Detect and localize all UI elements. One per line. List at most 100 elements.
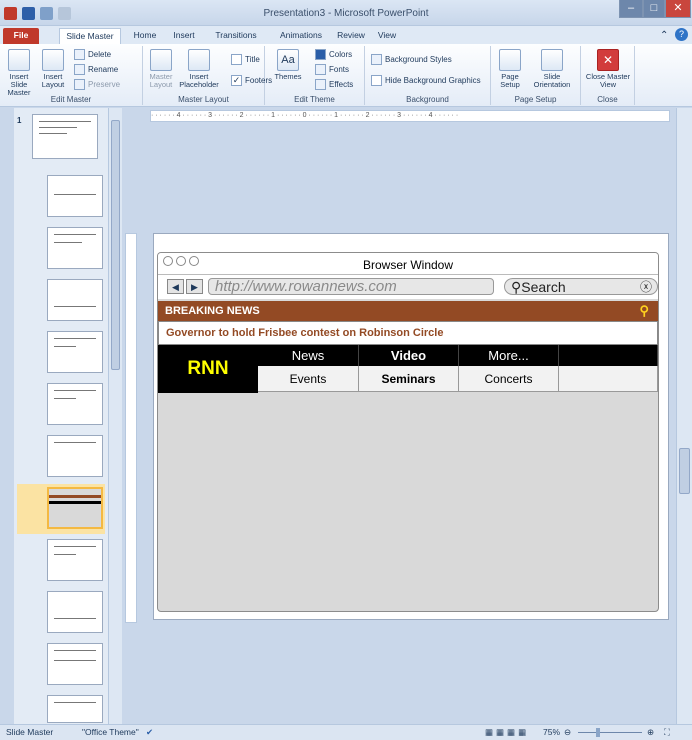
maximize-button[interactable]: □ xyxy=(643,0,665,18)
zoom-slider-thumb[interactable] xyxy=(596,728,600,737)
layout-icon xyxy=(42,49,64,71)
panel-scrollbar[interactable] xyxy=(108,108,122,724)
thumbnail-layout[interactable] xyxy=(47,539,103,581)
master-layout-icon xyxy=(150,49,172,71)
close-window-button[interactable]: ✕ xyxy=(665,0,691,18)
menu-concerts[interactable]: Concerts xyxy=(459,366,559,392)
tab-insert[interactable]: Insert xyxy=(166,28,202,44)
group-background: Background Styles Hide Background Graphi… xyxy=(365,46,491,105)
minimize-ribbon-icon[interactable]: ⌃ xyxy=(660,30,668,41)
group-label: Background xyxy=(406,95,449,104)
tab-animations[interactable]: Animations xyxy=(272,28,330,44)
scrollbar-thumb[interactable] xyxy=(679,448,690,494)
help-icon[interactable]: ? xyxy=(675,28,688,41)
checkbox-icon xyxy=(231,54,242,66)
tab-file[interactable]: File xyxy=(3,28,39,44)
zoom-out-icon[interactable]: ⊖ xyxy=(564,725,571,740)
spellcheck-icon[interactable]: ✔ xyxy=(146,725,153,740)
search-label: ⚲Search xyxy=(511,279,566,295)
url-bar[interactable]: http://www.rowannews.com xyxy=(208,278,494,295)
close-red-icon: ✕ xyxy=(597,49,619,71)
tab-view[interactable]: View xyxy=(372,28,402,44)
menu-events[interactable]: Events xyxy=(258,366,359,392)
thumbnail-master[interactable] xyxy=(32,114,98,159)
menu-empty xyxy=(559,345,658,366)
menu-seminars[interactable]: Seminars xyxy=(359,366,459,392)
tab-review[interactable]: Review xyxy=(332,28,370,44)
insert-slide-master-button[interactable]: Insert Slide Master xyxy=(2,49,36,97)
clear-icon[interactable]: ⓧ xyxy=(640,279,652,295)
thumbnail-layout[interactable] xyxy=(47,331,103,373)
title-checkbox[interactable]: Title xyxy=(231,54,260,66)
thumbnail-browser-layout[interactable] xyxy=(47,487,103,529)
background-styles-button[interactable]: Background Styles xyxy=(371,54,452,66)
rnn-logo: RNN xyxy=(158,345,258,393)
browser-nav-bar: ◀ ▶ http://www.rowannews.com ⚲Search ⓧ xyxy=(158,275,658,299)
search-box[interactable]: ⚲Search ⓧ xyxy=(504,278,658,295)
hide-background-graphics-checkbox[interactable]: Hide Background Graphics xyxy=(371,75,481,87)
ribbon: Insert Slide Master Insert Layout Delete… xyxy=(0,44,692,107)
themes-button[interactable]: Aa Themes xyxy=(271,49,305,81)
zoom-level[interactable]: 75% xyxy=(543,725,560,740)
search-icon[interactable]: ⚲ xyxy=(639,301,649,321)
page-setup-button[interactable]: Page Setup xyxy=(495,49,525,89)
effects-icon xyxy=(315,79,326,91)
colors-icon xyxy=(315,49,326,61)
menu-video[interactable]: Video xyxy=(359,345,459,366)
headline[interactable]: Governor to hold Frisbee contest on Robi… xyxy=(158,321,658,345)
group-label: Edit Theme xyxy=(294,95,335,104)
zoom-slider[interactable] xyxy=(578,732,642,733)
slide-orientation-button[interactable]: Slide Orientation xyxy=(527,49,577,89)
fonts-icon xyxy=(315,64,326,76)
back-arrow-icon[interactable]: ◀ xyxy=(167,279,184,294)
page-setup-icon xyxy=(499,49,521,71)
insert-placeholder-button[interactable]: Insert Placeholder xyxy=(177,49,221,89)
fonts-button[interactable]: Fonts xyxy=(315,64,349,76)
master-layout-button[interactable]: Master Layout xyxy=(146,49,176,89)
delete-button[interactable]: Delete xyxy=(74,49,111,61)
fit-to-window-icon[interactable]: ⛶ xyxy=(664,725,670,740)
checkbox-icon xyxy=(371,75,382,87)
tab-home[interactable]: Home xyxy=(128,28,162,44)
horizontal-ruler: · · · · · · 4 · · · · · · 3 · · · · · · … xyxy=(150,110,670,122)
colors-button[interactable]: Colors xyxy=(315,49,352,61)
thumbnail-layout[interactable] xyxy=(47,383,103,425)
thumbnail-layout[interactable] xyxy=(47,227,103,269)
menu-news[interactable]: News xyxy=(258,345,359,366)
view-buttons-icon[interactable]: ▦▦▦▦ xyxy=(485,725,529,740)
group-edit-master: Insert Slide Master Insert Layout Delete… xyxy=(0,46,143,105)
preserve-button[interactable]: Preserve xyxy=(74,79,120,91)
group-edit-theme: Aa Themes Colors Fonts Effects Edit Theme xyxy=(265,46,365,105)
menu-empty xyxy=(559,366,658,392)
browser-title: Browser Window xyxy=(362,258,454,272)
zoom-in-icon[interactable]: ⊕ xyxy=(647,725,654,740)
themes-icon: Aa xyxy=(277,49,299,71)
thumbnail-layout[interactable] xyxy=(47,695,103,723)
thumbnail-layout[interactable] xyxy=(47,643,103,685)
background-styles-icon xyxy=(371,54,382,66)
status-bar: Slide Master "Office Theme" ✔ ▦▦▦▦ 75% ⊖… xyxy=(0,724,692,740)
tab-transitions[interactable]: Transitions xyxy=(208,28,264,44)
effects-button[interactable]: Effects xyxy=(315,79,353,91)
orientation-icon xyxy=(541,49,563,71)
canvas-scrollbar[interactable] xyxy=(676,108,692,724)
group-label: Master Layout xyxy=(178,95,229,104)
thumbnail-layout[interactable] xyxy=(47,175,103,217)
menu-more[interactable]: More... xyxy=(459,345,559,366)
minimize-button[interactable]: – xyxy=(619,0,643,18)
thumbnail-layout[interactable] xyxy=(47,591,103,633)
browser-window-mockup[interactable]: Browser Window ◀ ▶ http://www.rowannews.… xyxy=(157,252,659,612)
browser-titlebar: Browser Window xyxy=(158,253,658,275)
group-label: Edit Master xyxy=(50,95,92,104)
thumbnail-layout[interactable] xyxy=(47,435,103,477)
view-indicator: Slide Master xyxy=(6,727,54,737)
breaking-news-bar: BREAKING NEWS ⚲ xyxy=(158,301,658,321)
close-master-view-button[interactable]: ✕ Close Master View xyxy=(583,49,633,89)
thumbnail-layout[interactable] xyxy=(47,279,103,321)
rename-button[interactable]: Rename xyxy=(74,64,118,76)
tab-slide-master[interactable]: Slide Master xyxy=(59,28,121,44)
scrollbar-thumb[interactable] xyxy=(111,120,120,370)
forward-arrow-icon[interactable]: ▶ xyxy=(186,279,203,294)
slide-number: 1 xyxy=(17,116,22,125)
insert-layout-button[interactable]: Insert Layout xyxy=(36,49,70,89)
